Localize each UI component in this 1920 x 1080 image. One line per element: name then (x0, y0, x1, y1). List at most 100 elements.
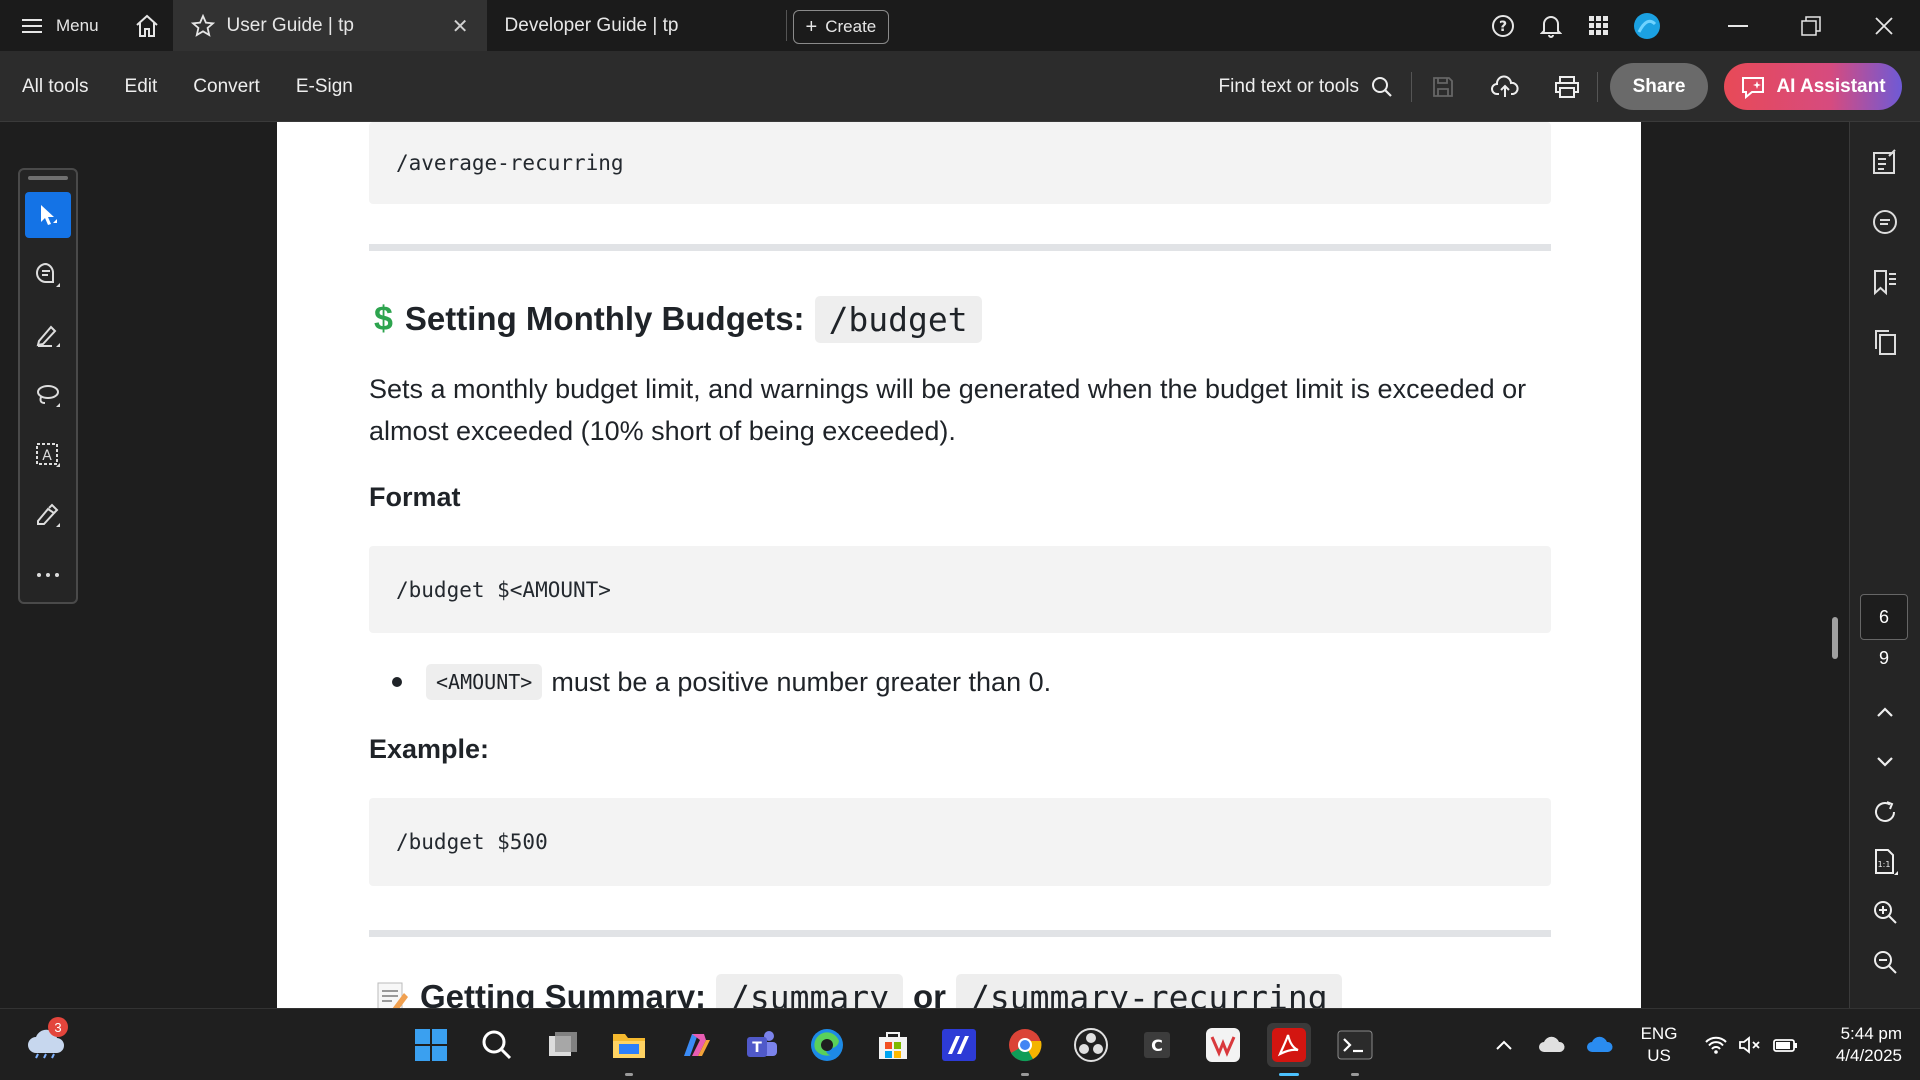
battery-icon (1773, 1039, 1797, 1052)
save-button[interactable] (1412, 72, 1474, 102)
chrome-app[interactable] (1003, 1023, 1047, 1076)
close-icon (1874, 16, 1893, 35)
weather-widget[interactable]: 3 (26, 1017, 72, 1067)
summary-recurring-command-code: /summary-recurring (956, 973, 1342, 1008)
comment-panel-icon (1873, 210, 1897, 234)
zoom-in-button[interactable] (1867, 894, 1903, 930)
bookmarks-panel-button[interactable] (1867, 264, 1903, 300)
titlebar-right: ? (1479, 0, 1920, 51)
input-language[interactable]: ENG US (1624, 1023, 1694, 1067)
printer-icon (1554, 75, 1579, 98)
folder-icon (613, 1034, 645, 1058)
windows-logo-icon (415, 1029, 447, 1061)
onedrive-business-tray[interactable] (1576, 1036, 1624, 1054)
running-indicator (625, 1073, 633, 1076)
print-button[interactable] (1536, 71, 1598, 102)
edit-pdf-panel-button[interactable] (1867, 144, 1903, 180)
terminal-app[interactable] (1333, 1023, 1377, 1076)
next-page-button[interactable] (1867, 744, 1903, 780)
apps-button[interactable] (1575, 15, 1623, 36)
menu-button[interactable]: Menu (0, 0, 121, 51)
highlight-tool-button[interactable] (25, 312, 71, 358)
create-button[interactable]: + Create (792, 10, 890, 44)
edge-app[interactable] (805, 1023, 849, 1067)
ai-assistant-label: AI Assistant (1776, 75, 1886, 97)
start-button[interactable] (409, 1023, 453, 1067)
page-fit-button[interactable]: 1:1 (1867, 844, 1903, 880)
palette-drag-handle[interactable] (28, 176, 68, 180)
lasso-icon (37, 385, 60, 407)
tab-label: Developer Guide | tp (504, 14, 679, 36)
main-toolbar: All tools Edit Convert E-Sign Find text … (0, 51, 1920, 122)
bullet-text: must be a positive number greater than 0… (551, 666, 1052, 697)
chevron-down-icon (1877, 757, 1893, 767)
clock[interactable]: 5:44 pm 4/4/2025 (1808, 1023, 1920, 1067)
pages-panel-button[interactable] (1867, 324, 1903, 360)
zoom-in-icon (1874, 901, 1897, 924)
minimize-button[interactable] (1701, 0, 1774, 51)
select-tool-button[interactable] (25, 192, 71, 238)
draw-tool-button[interactable] (25, 372, 71, 418)
close-window-button[interactable] (1847, 0, 1920, 51)
dollar-icon: $ (374, 299, 393, 338)
teams-app[interactable]: T (739, 1023, 783, 1067)
hamburger-icon (22, 18, 42, 33)
wps-app[interactable] (1201, 1023, 1245, 1067)
edit-button[interactable]: Edit (125, 76, 158, 98)
upload-button[interactable] (1474, 72, 1536, 102)
section-divider (369, 244, 1551, 251)
file-explorer-app[interactable] (607, 1023, 651, 1076)
home-button[interactable] (121, 0, 173, 51)
previous-page-button[interactable] (1867, 694, 1903, 730)
convert-button[interactable]: Convert (193, 76, 260, 98)
tab-label: User Guide | tp (226, 14, 354, 36)
star-icon[interactable] (190, 13, 215, 38)
store-icon (879, 1032, 907, 1059)
wps-icon (1206, 1028, 1240, 1062)
taskbar-search[interactable] (475, 1023, 519, 1067)
profile-button[interactable] (1623, 12, 1671, 40)
c-app[interactable]: C (1135, 1023, 1179, 1067)
comments-panel-button[interactable] (1867, 204, 1903, 240)
e-sign-button[interactable]: E-Sign (296, 76, 353, 98)
show-hidden-icons-button[interactable] (1480, 1039, 1528, 1051)
quick-settings-button[interactable] (1694, 1035, 1808, 1055)
task-view-button[interactable] (541, 1023, 585, 1067)
ai-assistant-icon (1742, 76, 1765, 99)
or-text: or (913, 978, 946, 1008)
close-tab-icon[interactable]: ✕ (452, 14, 469, 39)
onedrive-personal-tray[interactable] (1528, 1036, 1576, 1054)
sign-tool-button[interactable] (25, 492, 71, 538)
text-box-tool-button[interactable]: A (25, 432, 71, 478)
visual-studio-app[interactable] (937, 1023, 981, 1067)
share-label: Share (1632, 75, 1686, 97)
comment-tool-button[interactable] (25, 252, 71, 298)
comment-icon (36, 262, 60, 287)
search-icon (482, 1030, 512, 1060)
text-box-icon: A (36, 443, 60, 467)
restore-button[interactable] (1774, 0, 1847, 51)
notifications-button[interactable] (1527, 14, 1575, 38)
microsoft-store-app[interactable] (871, 1023, 915, 1067)
acrobat-app[interactable] (1267, 1023, 1311, 1076)
zoom-out-button[interactable] (1867, 944, 1903, 980)
code-block-example: /budget $500 (369, 798, 1551, 886)
copilot-app[interactable] (673, 1023, 717, 1067)
share-button[interactable]: Share (1610, 63, 1708, 110)
vertical-scrollbar[interactable] (1832, 617, 1838, 659)
summary-command-code: /summary (716, 973, 903, 1008)
restore-icon (1800, 15, 1821, 36)
rotate-button[interactable] (1867, 794, 1903, 830)
tab-developer-guide[interactable]: Developer Guide | tp (487, 10, 787, 41)
ai-assistant-button[interactable]: AI Assistant (1724, 63, 1902, 110)
tab-user-guide[interactable]: User Guide | tp ✕ (172, 0, 487, 51)
more-tools-button[interactable] (25, 552, 71, 598)
region-code: US (1647, 1046, 1671, 1065)
amount-inline-code: <AMOUNT> (426, 664, 543, 700)
help-button[interactable]: ? (1479, 14, 1527, 38)
find-text-or-tools[interactable]: Find text or tools (1219, 71, 1412, 102)
obs-app[interactable] (1069, 1023, 1113, 1067)
windows-taskbar: 3 T C ENG US 5:44 pm 4/4/2025 (0, 1008, 1920, 1080)
all-tools-button[interactable]: All tools (22, 76, 89, 98)
current-page-input[interactable]: 6 (1860, 594, 1908, 640)
